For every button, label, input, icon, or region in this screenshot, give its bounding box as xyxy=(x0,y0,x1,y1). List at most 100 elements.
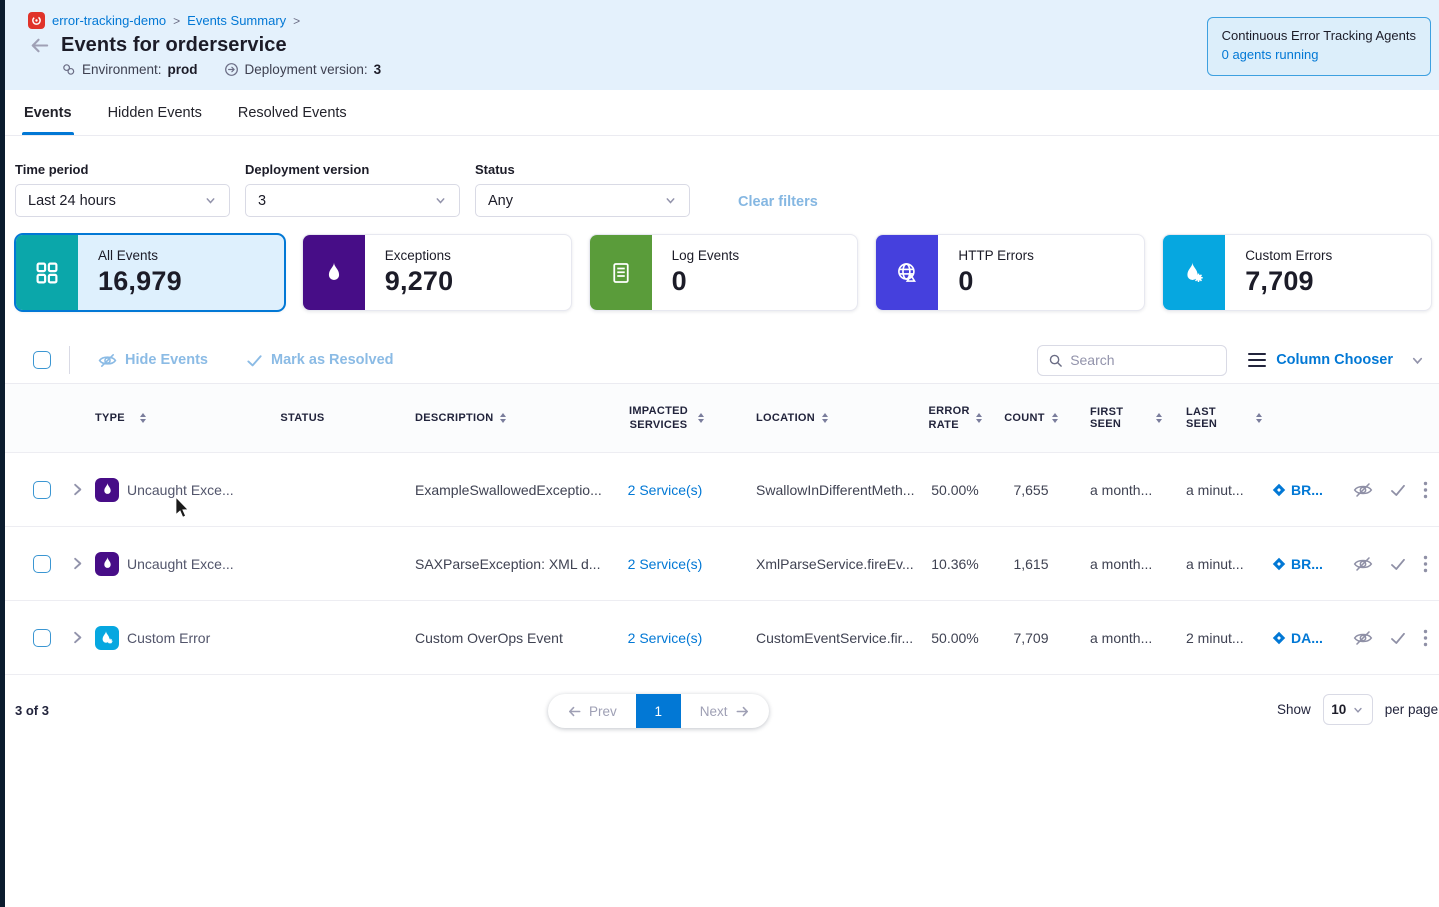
flame-icon xyxy=(303,235,365,310)
time-period-label: Time period xyxy=(15,162,230,177)
agents-card: Continuous Error Tracking Agents 0 agent… xyxy=(1207,17,1431,76)
mark-resolved-button[interactable]: Mark as Resolved xyxy=(246,352,394,369)
header-first-seen[interactable]: FIRST SEEN xyxy=(1062,406,1162,430)
chevron-down-icon[interactable] xyxy=(1410,353,1425,368)
rows-count: 3 of 3 xyxy=(15,703,49,718)
prev-page-button[interactable]: Prev xyxy=(548,694,636,728)
toolbar-divider xyxy=(69,346,70,374)
tab-bar: Events Hidden Events Resolved Events xyxy=(5,90,1439,136)
eye-slash-icon[interactable] xyxy=(1353,480,1373,500)
kebab-menu-icon[interactable] xyxy=(1423,629,1428,647)
header-last-seen[interactable]: LAST SEEN xyxy=(1162,406,1262,430)
row-checkbox[interactable] xyxy=(33,629,51,647)
last-seen: 2 minut... xyxy=(1162,630,1262,646)
event-count: 7,655 xyxy=(1000,482,1062,498)
header-type[interactable]: TYPE xyxy=(95,412,245,424)
page-title: Events for orderservice xyxy=(61,34,287,57)
sort-icon xyxy=(698,413,704,423)
header-description[interactable]: DESCRIPTION xyxy=(360,412,610,424)
event-type: Custom Error xyxy=(127,630,210,646)
table-row: Custom Error Custom OverOps Event 2 Serv… xyxy=(5,601,1439,675)
impacted-services-link[interactable]: 2 Service(s) xyxy=(628,482,703,498)
agents-card-title: Continuous Error Tracking Agents xyxy=(1222,27,1416,46)
header-impacted-services[interactable]: IMPACTED SERVICES xyxy=(610,404,720,433)
check-icon[interactable] xyxy=(1389,555,1407,573)
deployment-version-icon xyxy=(224,62,239,77)
search-input[interactable] xyxy=(1070,352,1200,368)
expand-chevron-icon[interactable] xyxy=(69,481,86,498)
header-status: STATUS xyxy=(245,412,360,424)
first-seen: a month... xyxy=(1062,482,1162,498)
eye-slash-icon[interactable] xyxy=(1353,554,1373,574)
row-checkbox[interactable] xyxy=(33,555,51,573)
agents-running-link[interactable]: 0 agents running xyxy=(1222,46,1416,65)
card-value: 0 xyxy=(958,266,1034,297)
event-location: CustomEventService.fir... xyxy=(720,630,910,646)
page-number-button[interactable]: 1 xyxy=(636,694,681,728)
card-value: 7,709 xyxy=(1245,266,1332,297)
breadcrumb-separator: > xyxy=(173,14,180,28)
card-value: 16,979 xyxy=(98,266,182,297)
check-icon[interactable] xyxy=(1389,481,1407,499)
kebab-menu-icon[interactable] xyxy=(1423,555,1428,573)
back-arrow-icon[interactable] xyxy=(28,34,51,57)
card-log-events[interactable]: Log Events 0 xyxy=(589,234,859,311)
event-location: XmlParseService.fireEv... xyxy=(720,556,910,572)
kebab-menu-icon[interactable] xyxy=(1423,481,1428,499)
tab-hidden-events[interactable]: Hidden Events xyxy=(108,90,202,135)
event-description: ExampleSwallowedExceptio... xyxy=(360,482,610,498)
assignee-link[interactable]: DA... xyxy=(1291,630,1323,646)
card-value: 0 xyxy=(672,266,740,297)
chevron-down-icon xyxy=(434,194,447,207)
per-page-label: per page xyxy=(1385,702,1438,717)
breadcrumb-separator: > xyxy=(293,14,300,28)
row-checkbox[interactable] xyxy=(33,481,51,499)
eye-slash-icon[interactable] xyxy=(1353,628,1373,648)
card-all-events[interactable]: All Events 16,979 xyxy=(15,234,285,311)
environment-meta: Environment: prod xyxy=(61,62,198,77)
collapsed-nav-rail[interactable] xyxy=(0,0,5,907)
clear-filters-button[interactable]: Clear filters xyxy=(738,194,818,210)
events-page: error-tracking-demo > Events Summary > E… xyxy=(5,0,1439,749)
last-seen: a minut... xyxy=(1162,482,1262,498)
sort-icon xyxy=(500,413,506,423)
impacted-services-link[interactable]: 2 Service(s) xyxy=(628,556,703,572)
environment-icon xyxy=(61,62,76,77)
time-period-select[interactable]: Last 24 hours xyxy=(15,184,230,217)
card-exceptions[interactable]: Exceptions 9,270 xyxy=(302,234,572,311)
header-error-rate[interactable]: ERROR RATE xyxy=(910,404,1000,433)
assignee-link[interactable]: BR... xyxy=(1291,556,1323,572)
breadcrumb-project-link[interactable]: error-tracking-demo xyxy=(52,13,166,28)
impacted-services-link[interactable]: 2 Service(s) xyxy=(628,630,703,646)
tab-resolved-events[interactable]: Resolved Events xyxy=(238,90,347,135)
card-http-errors[interactable]: HTTP Errors 0 xyxy=(875,234,1145,311)
deployment-label: Deployment version: xyxy=(245,62,368,77)
diamond-icon xyxy=(1272,557,1286,571)
first-seen: a month... xyxy=(1062,556,1162,572)
tab-events[interactable]: Events xyxy=(24,90,72,135)
breadcrumb-section-link[interactable]: Events Summary xyxy=(187,13,286,28)
column-chooser-icon[interactable] xyxy=(1248,353,1266,368)
card-label: Log Events xyxy=(672,248,740,263)
select-all-checkbox[interactable] xyxy=(33,351,51,369)
status-select[interactable]: Any xyxy=(475,184,690,217)
check-icon[interactable] xyxy=(1389,629,1407,647)
column-chooser-button[interactable]: Column Chooser xyxy=(1276,352,1393,368)
assignee-cell: BR... xyxy=(1262,482,1334,498)
card-custom-errors[interactable]: Custom Errors 7,709 xyxy=(1162,234,1432,311)
hide-events-button[interactable]: Hide Events xyxy=(98,351,208,370)
globe-icon xyxy=(876,235,938,310)
show-label: Show xyxy=(1277,702,1311,717)
search-icon xyxy=(1048,353,1063,368)
assignee-link[interactable]: BR... xyxy=(1291,482,1323,498)
expand-chevron-icon[interactable] xyxy=(69,629,86,646)
environment-label: Environment: xyxy=(82,62,162,77)
header-count[interactable]: COUNT xyxy=(1000,412,1062,424)
events-table: TYPE STATUS DESCRIPTION IMPACTED SERVICE… xyxy=(5,383,1439,675)
next-page-button[interactable]: Next xyxy=(681,694,769,728)
header-location[interactable]: LOCATION xyxy=(720,412,910,424)
deployment-version-select[interactable]: 3 xyxy=(245,184,460,217)
card-label: HTTP Errors xyxy=(958,248,1034,263)
page-size-select[interactable]: 10 xyxy=(1323,694,1373,725)
expand-chevron-icon[interactable] xyxy=(69,555,86,572)
